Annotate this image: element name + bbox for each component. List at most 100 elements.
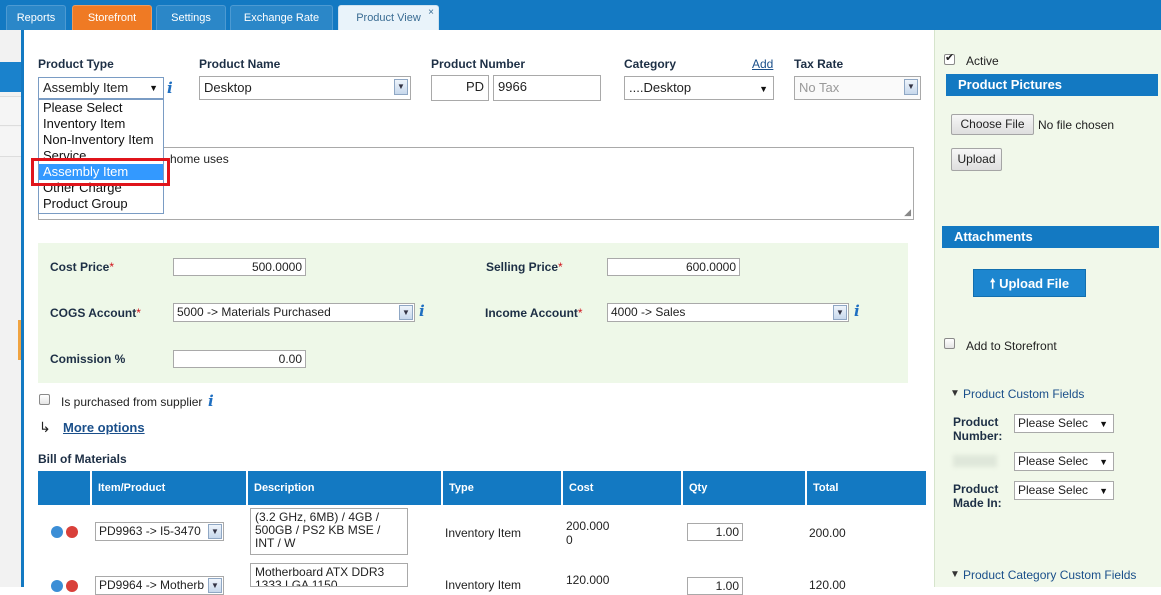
gutter-divider xyxy=(21,30,24,587)
dropdown-option[interactable]: Non-Inventory Item xyxy=(39,132,163,148)
bom-item-value: PD9964 -> Motherb xyxy=(99,578,205,592)
bom-cost: 200.000 0 xyxy=(566,519,610,547)
dropdown-arrow-icon: ▼ xyxy=(149,83,158,93)
dropdown-option[interactable]: Please Select xyxy=(39,100,163,116)
more-options-link[interactable]: More options xyxy=(63,420,145,435)
info-icon[interactable]: i xyxy=(419,302,425,320)
tab-storefront[interactable]: Storefront xyxy=(72,5,152,30)
cf-made-in-select[interactable]: Please Selec ▼ xyxy=(1014,481,1114,500)
category-custom-fields-toggle[interactable]: Product Category Custom Fields xyxy=(963,568,1136,582)
close-tab-icon[interactable]: × xyxy=(428,0,434,25)
purchased-label: Is purchased from supplier xyxy=(61,395,203,409)
bom-table-header: Item/Product Description Type Cost Qty T… xyxy=(38,471,926,505)
label-text: COGS Account xyxy=(50,306,137,320)
bom-qty-input[interactable]: 1.00 xyxy=(687,577,743,595)
nav-item[interactable] xyxy=(0,96,22,126)
tab-reports[interactable]: Reports xyxy=(6,5,66,30)
tab-label: Storefront xyxy=(87,12,137,24)
bom-description-textarea[interactable]: Motherboard ATX DDR3 1333 LGA 1150 xyxy=(250,563,408,587)
tab-label: Reports xyxy=(16,12,56,24)
product-number-label: Product Number xyxy=(431,57,526,71)
resize-handle-icon[interactable]: ◢ xyxy=(904,207,911,218)
add-row-icon[interactable] xyxy=(51,580,63,592)
cogs-account-select[interactable]: 5000 -> Materials Purchased ▼ xyxy=(173,303,415,322)
cf-made-in-label: Product Made In: xyxy=(953,482,1002,510)
cf-select-value: Please Selec xyxy=(1018,454,1089,468)
product-number-field[interactable]: 9966 xyxy=(493,75,601,101)
upload-file-button[interactable]: 🠕 Upload File xyxy=(973,269,1086,297)
column-header: Description xyxy=(246,471,442,505)
tax-rate-select[interactable]: No Tax ▼ xyxy=(794,76,921,100)
dropdown-arrow-icon[interactable]: ▼ xyxy=(399,305,413,320)
product-name-value: Desktop xyxy=(204,80,252,95)
selling-price-input[interactable]: 600.0000 xyxy=(607,258,740,276)
purchased-checkbox[interactable] xyxy=(39,394,50,405)
category-add-link[interactable]: Add xyxy=(752,57,773,71)
choose-file-button[interactable]: Choose File xyxy=(951,114,1034,135)
required-mark: * xyxy=(558,260,563,274)
info-icon[interactable]: i xyxy=(167,79,173,97)
nav-item[interactable] xyxy=(0,127,22,157)
bom-item-select[interactable]: PD9964 -> Motherb ▼ xyxy=(95,576,224,595)
bom-qty-input[interactable]: 1.00 xyxy=(687,523,743,541)
tab-product-view[interactable]: Product View × xyxy=(338,5,439,30)
info-icon[interactable]: i xyxy=(208,392,214,410)
commission-input[interactable]: 0.00 xyxy=(173,350,306,368)
bom-type: Inventory Item xyxy=(445,526,522,540)
product-type-select[interactable]: Assembly Item ▼ xyxy=(38,77,164,99)
remove-row-icon[interactable] xyxy=(66,526,78,538)
product-name-field[interactable]: Desktop ▼ xyxy=(199,76,411,100)
cogs-account-value: 5000 -> Materials Purchased xyxy=(177,305,331,319)
dropdown-arrow-icon[interactable]: ▼ xyxy=(904,79,918,95)
tab-exchange-rate[interactable]: Exchange Rate xyxy=(230,5,333,30)
upload-button[interactable]: Upload xyxy=(951,148,1002,171)
cogs-account-label: COGS Account* xyxy=(50,306,141,320)
bom-description-text: Motherboard ATX DDR3 1333 LGA 1150 xyxy=(255,565,385,587)
dropdown-option[interactable]: Inventory Item xyxy=(39,116,163,132)
income-account-select[interactable]: 4000 -> Sales ▼ xyxy=(607,303,849,322)
bom-item-select[interactable]: PD9963 -> I5-3470 ▼ xyxy=(95,522,224,541)
bom-description-textarea[interactable]: (3.2 GHz, 6MB) / 4GB / 500GB / PS2 KB MS… xyxy=(250,508,408,555)
left-nav-gutter xyxy=(0,30,22,587)
add-row-icon[interactable] xyxy=(51,526,63,538)
cf-blurred-select[interactable]: Please Selec ▼ xyxy=(1014,452,1114,471)
product-name-label: Product Name xyxy=(199,57,281,71)
dropdown-arrow-icon[interactable]: ▼ xyxy=(394,79,408,95)
dropdown-arrow-icon[interactable]: ▼ xyxy=(208,524,222,539)
income-account-label: Income Account* xyxy=(485,306,583,320)
dropdown-arrow-icon[interactable]: ▼ xyxy=(833,305,847,320)
collapse-triangle-icon[interactable]: ▼ xyxy=(950,569,960,580)
cf-product-number-select[interactable]: Please Selec ▼ xyxy=(1014,414,1114,433)
product-type-value: Assembly Item xyxy=(43,80,129,95)
bom-total: 120.00 xyxy=(809,578,846,592)
bom-item-value: PD9963 -> I5-3470 xyxy=(99,524,201,538)
cost-price-input[interactable]: 500.0000 xyxy=(173,258,306,276)
required-mark: * xyxy=(577,306,583,320)
tab-label: Product View xyxy=(356,12,421,24)
add-to-storefront-checkbox[interactable] xyxy=(944,338,955,349)
collapse-triangle-icon[interactable]: ▼ xyxy=(950,388,960,399)
info-icon[interactable]: i xyxy=(854,302,860,320)
attachments-header: Attachments xyxy=(942,226,1159,248)
nav-item-active[interactable] xyxy=(0,62,22,92)
bom-cost: 120.000 xyxy=(566,573,610,587)
more-options-arrow-icon: ↳ xyxy=(39,419,51,435)
tax-rate-value: No Tax xyxy=(799,80,840,95)
add-to-storefront-label: Add to Storefront xyxy=(966,339,1057,353)
label-text: Selling Price xyxy=(486,260,559,274)
dropdown-arrow-icon[interactable]: ▼ xyxy=(208,578,222,593)
column-header: Cost xyxy=(561,471,681,505)
description-text: home uses xyxy=(170,152,229,166)
required-mark: * xyxy=(109,260,115,274)
product-custom-fields-toggle[interactable]: Product Custom Fields xyxy=(963,387,1084,401)
dropdown-option[interactable]: Product Group xyxy=(39,196,163,212)
bom-title: Bill of Materials xyxy=(38,452,127,466)
category-select[interactable]: ....Desktop ▼ xyxy=(624,76,774,100)
remove-row-icon[interactable] xyxy=(66,580,78,592)
bom-description-text: (3.2 GHz, 6MB) / 4GB / 500GB / PS2 KB MS… xyxy=(255,510,381,550)
tab-settings[interactable]: Settings xyxy=(156,5,226,30)
income-account-value: 4000 -> Sales xyxy=(611,305,686,319)
active-checkbox[interactable]: ✔ xyxy=(944,52,955,65)
column-header: Item/Product xyxy=(90,471,248,505)
upload-file-label: Upload File xyxy=(999,276,1070,291)
